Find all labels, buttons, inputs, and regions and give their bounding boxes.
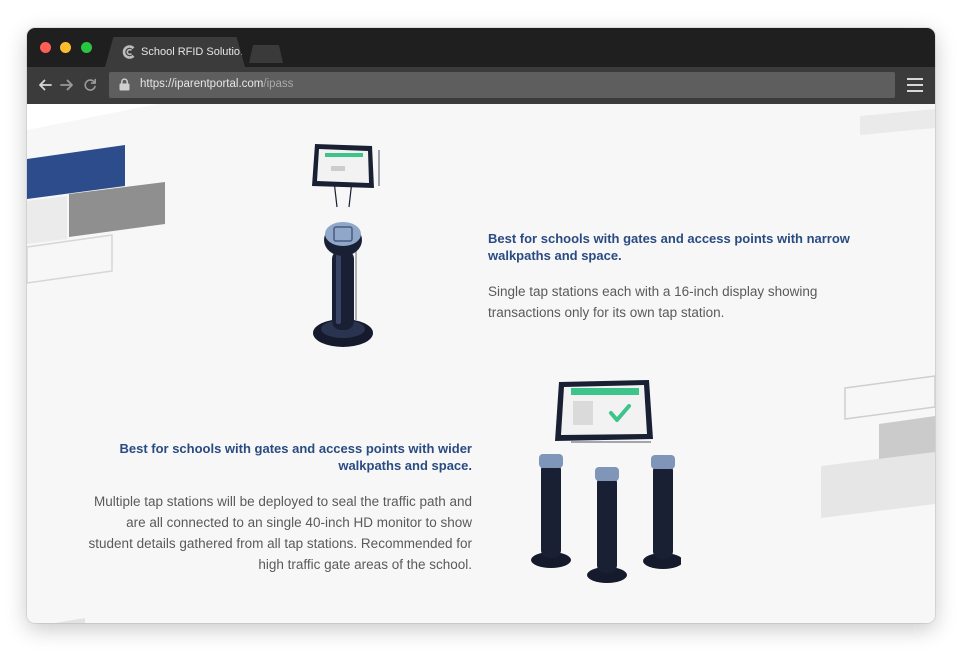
close-window-button[interactable]	[40, 42, 51, 53]
zoom-window-button[interactable]	[81, 42, 92, 53]
site-favicon-icon	[122, 45, 135, 59]
browser-window: School RFID Solutio... https://iparentpo…	[27, 28, 935, 623]
tab-bar: School RFID Solutio...	[27, 28, 935, 67]
single-tap-station-illustration	[312, 144, 380, 347]
forward-arrow-icon[interactable]	[59, 77, 75, 93]
reload-icon[interactable]	[82, 77, 98, 93]
page-content: Best for schools with gates and access p…	[27, 104, 935, 623]
new-tab-button[interactable]	[249, 45, 283, 63]
browser-toolbar: https://iparentportal.com/ipass	[27, 67, 935, 104]
tab-active[interactable]: School RFID Solutio...	[105, 37, 245, 67]
narrow-walkpath-block: Best for schools with gates and access p…	[488, 230, 880, 323]
url-host: https://iparentportal.com	[140, 78, 264, 90]
wide-walkpath-heading: Best for schools with gates and access p…	[119, 441, 472, 473]
url-path: /ipass	[263, 78, 294, 90]
tab-title: School RFID Solutio...	[141, 46, 250, 58]
address-bar[interactable]: https://iparentportal.com/ipass	[109, 72, 895, 98]
wide-walkpath-description: Multiple tap stations will be deployed t…	[88, 494, 472, 572]
narrow-walkpath-description: Single tap stations each with a 16-inch …	[488, 284, 818, 320]
minimize-window-button[interactable]	[60, 42, 71, 53]
wide-walkpath-block: Best for schools with gates and access p…	[87, 440, 472, 575]
multi-tap-station-illustration	[531, 380, 681, 583]
url-text: https://iparentportal.com/ipass	[140, 78, 293, 90]
hamburger-menu-icon[interactable]	[907, 78, 923, 92]
narrow-walkpath-heading: Best for schools with gates and access p…	[488, 231, 850, 263]
lock-icon	[119, 78, 130, 91]
back-arrow-icon[interactable]	[37, 77, 53, 93]
